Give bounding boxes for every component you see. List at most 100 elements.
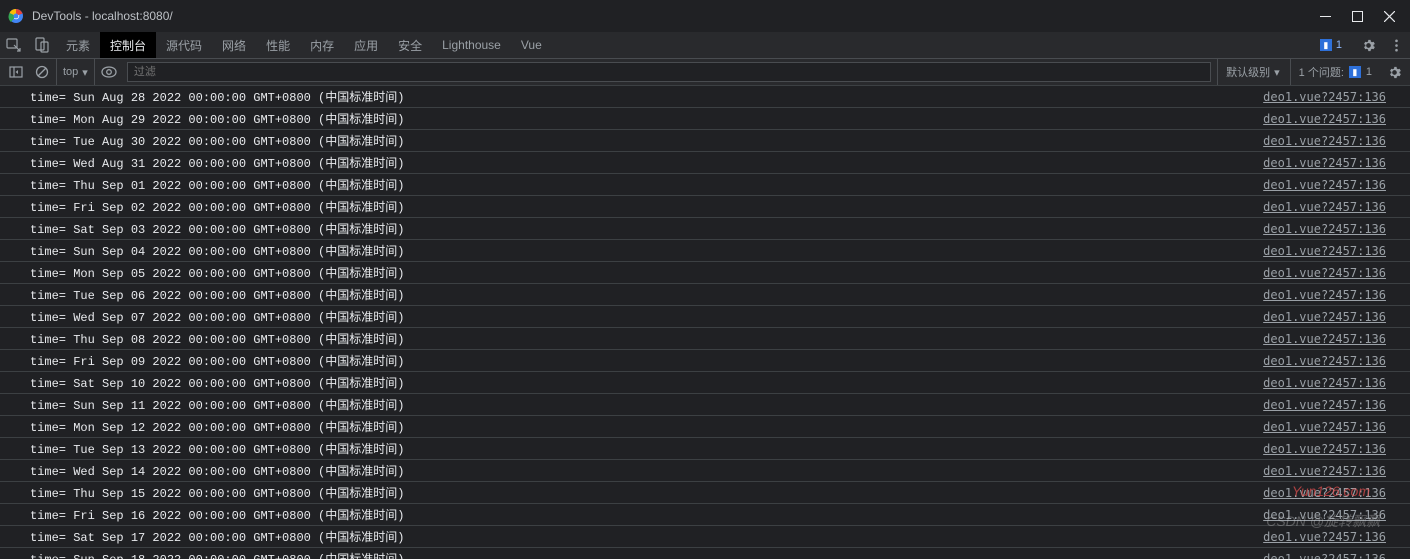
inspect-icon[interactable]	[0, 32, 28, 58]
console-settings-icon[interactable]	[1382, 60, 1406, 84]
log-source-link[interactable]: deo1.vue?2457:136	[1263, 288, 1386, 302]
live-expression-icon[interactable]	[97, 60, 121, 84]
log-source-link[interactable]: deo1.vue?2457:136	[1263, 376, 1386, 390]
issues-indicator[interactable]: 1 个问题: ▮ 1	[1290, 59, 1380, 85]
log-source-link[interactable]: deo1.vue?2457:136	[1263, 552, 1386, 559]
log-message: time= Wed Aug 31 2022 00:00:00 GMT+0800 …	[30, 154, 1263, 171]
log-row: time= Tue Aug 30 2022 00:00:00 GMT+0800 …	[0, 130, 1410, 152]
tab-Vue[interactable]: Vue	[511, 32, 552, 58]
clear-console-icon[interactable]	[30, 60, 54, 84]
log-message: time= Wed Sep 14 2022 00:00:00 GMT+0800 …	[30, 462, 1263, 479]
log-message: time= Tue Sep 06 2022 00:00:00 GMT+0800 …	[30, 286, 1263, 303]
log-message: time= Thu Sep 08 2022 00:00:00 GMT+0800 …	[30, 330, 1263, 347]
log-message: time= Fri Sep 16 2022 00:00:00 GMT+0800 …	[30, 506, 1263, 523]
issues-count: 1	[1366, 66, 1372, 78]
issue-icon: ▮	[1320, 39, 1332, 51]
log-source-link[interactable]: deo1.vue?2457:136	[1263, 266, 1386, 280]
window-titlebar: DevTools - localhost:8080/	[0, 0, 1410, 32]
log-message: time= Fri Sep 02 2022 00:00:00 GMT+0800 …	[30, 198, 1263, 215]
filter-input[interactable]	[127, 62, 1211, 82]
log-message: time= Sun Sep 11 2022 00:00:00 GMT+0800 …	[30, 396, 1263, 413]
log-message: time= Sat Sep 03 2022 00:00:00 GMT+0800 …	[30, 220, 1263, 237]
log-row: time= Fri Sep 09 2022 00:00:00 GMT+0800 …	[0, 350, 1410, 372]
issue-count: 1	[1336, 39, 1342, 51]
log-row: time= Sun Sep 04 2022 00:00:00 GMT+0800 …	[0, 240, 1410, 262]
log-message: time= Sat Sep 17 2022 00:00:00 GMT+0800 …	[30, 528, 1263, 545]
tab-安全[interactable]: 安全	[388, 32, 432, 58]
log-message: time= Mon Aug 29 2022 00:00:00 GMT+0800 …	[30, 110, 1263, 127]
log-source-link[interactable]: deo1.vue?2457:136	[1263, 156, 1386, 170]
toggle-sidebar-icon[interactable]	[4, 60, 28, 84]
log-row: time= Wed Sep 14 2022 00:00:00 GMT+0800 …	[0, 460, 1410, 482]
log-row: time= Mon Aug 29 2022 00:00:00 GMT+0800 …	[0, 108, 1410, 130]
log-message: time= Tue Aug 30 2022 00:00:00 GMT+0800 …	[30, 132, 1263, 149]
log-message: time= Sun Sep 04 2022 00:00:00 GMT+0800 …	[30, 242, 1263, 259]
log-source-link[interactable]: deo1.vue?2457:136	[1263, 112, 1386, 126]
log-message: time= Thu Sep 15 2022 00:00:00 GMT+0800 …	[30, 484, 1263, 501]
log-message: time= Thu Sep 01 2022 00:00:00 GMT+0800 …	[30, 176, 1263, 193]
log-row: time= Thu Sep 08 2022 00:00:00 GMT+0800 …	[0, 328, 1410, 350]
log-row: time= Mon Sep 05 2022 00:00:00 GMT+0800 …	[0, 262, 1410, 284]
chevron-down-icon: ▾	[82, 66, 88, 79]
settings-icon[interactable]	[1354, 32, 1382, 58]
log-source-link[interactable]: deo1.vue?2457:136	[1263, 178, 1386, 192]
context-label: top	[63, 66, 78, 78]
log-source-link[interactable]: deo1.vue?2457:136	[1263, 442, 1386, 456]
more-icon[interactable]	[1382, 32, 1410, 58]
log-source-link[interactable]: deo1.vue?2457:136	[1263, 90, 1386, 104]
log-source-link[interactable]: deo1.vue?2457:136	[1263, 134, 1386, 148]
log-level-selector[interactable]: 默认级别 ▾	[1217, 59, 1288, 85]
devtools-tabstrip: 元素控制台源代码网络性能内存应用安全LighthouseVue ▮ 1	[0, 32, 1410, 59]
log-message: time= Mon Sep 05 2022 00:00:00 GMT+0800 …	[30, 264, 1263, 281]
tab-内存[interactable]: 内存	[300, 32, 344, 58]
tab-元素[interactable]: 元素	[56, 32, 100, 58]
maximize-button[interactable]	[1350, 9, 1364, 23]
log-source-link[interactable]: deo1.vue?2457:136	[1263, 244, 1386, 258]
issues-indicator-top[interactable]: ▮ 1	[1314, 32, 1348, 58]
tab-Lighthouse[interactable]: Lighthouse	[432, 32, 511, 58]
tab-控制台[interactable]: 控制台	[100, 32, 156, 58]
tab-应用[interactable]: 应用	[344, 32, 388, 58]
log-row: time= Thu Sep 01 2022 00:00:00 GMT+0800 …	[0, 174, 1410, 196]
log-row: time= Sun Sep 11 2022 00:00:00 GMT+0800 …	[0, 394, 1410, 416]
log-message: time= Sun Sep 18 2022 00:00:00 GMT+0800 …	[30, 550, 1263, 559]
log-source-link[interactable]: deo1.vue?2457:136	[1263, 332, 1386, 346]
close-button[interactable]	[1382, 9, 1396, 23]
window-title: DevTools - localhost:8080/	[32, 9, 1318, 23]
log-source-link[interactable]: deo1.vue?2457:136	[1263, 354, 1386, 368]
device-toggle-icon[interactable]	[28, 32, 56, 58]
log-row: time= Tue Sep 13 2022 00:00:00 GMT+0800 …	[0, 438, 1410, 460]
log-source-link[interactable]: deo1.vue?2457:136	[1263, 508, 1386, 522]
chevron-down-icon: ▾	[1274, 66, 1280, 79]
log-source-link[interactable]: deo1.vue?2457:136	[1263, 486, 1386, 500]
tab-源代码[interactable]: 源代码	[156, 32, 212, 58]
issues-label: 1 个问题:	[1299, 64, 1344, 80]
log-source-link[interactable]: deo1.vue?2457:136	[1263, 398, 1386, 412]
minimize-button[interactable]	[1318, 9, 1332, 23]
context-selector[interactable]: top ▾	[56, 59, 95, 85]
log-row: time= Sat Sep 03 2022 00:00:00 GMT+0800 …	[0, 218, 1410, 240]
log-row: time= Fri Sep 16 2022 00:00:00 GMT+0800 …	[0, 504, 1410, 526]
log-row: time= Thu Sep 15 2022 00:00:00 GMT+0800 …	[0, 482, 1410, 504]
log-row: time= Wed Sep 07 2022 00:00:00 GMT+0800 …	[0, 306, 1410, 328]
log-message: time= Sun Aug 28 2022 00:00:00 GMT+0800 …	[30, 88, 1263, 105]
log-source-link[interactable]: deo1.vue?2457:136	[1263, 200, 1386, 214]
log-message: time= Mon Sep 12 2022 00:00:00 GMT+0800 …	[30, 418, 1263, 435]
log-row: time= Sun Sep 18 2022 00:00:00 GMT+0800 …	[0, 548, 1410, 559]
issue-icon: ▮	[1349, 66, 1361, 78]
log-source-link[interactable]: deo1.vue?2457:136	[1263, 310, 1386, 324]
log-message: time= Sat Sep 10 2022 00:00:00 GMT+0800 …	[30, 374, 1263, 391]
window-controls	[1318, 9, 1402, 23]
console-log-area[interactable]: time= Sun Aug 28 2022 00:00:00 GMT+0800 …	[0, 86, 1410, 559]
tab-性能[interactable]: 性能	[256, 32, 300, 58]
log-source-link[interactable]: deo1.vue?2457:136	[1263, 530, 1386, 544]
log-level-label: 默认级别	[1226, 64, 1270, 80]
log-row: time= Wed Aug 31 2022 00:00:00 GMT+0800 …	[0, 152, 1410, 174]
log-source-link[interactable]: deo1.vue?2457:136	[1263, 420, 1386, 434]
tab-网络[interactable]: 网络	[212, 32, 256, 58]
log-source-link[interactable]: deo1.vue?2457:136	[1263, 222, 1386, 236]
log-row: time= Mon Sep 12 2022 00:00:00 GMT+0800 …	[0, 416, 1410, 438]
log-message: time= Wed Sep 07 2022 00:00:00 GMT+0800 …	[30, 308, 1263, 325]
log-source-link[interactable]: deo1.vue?2457:136	[1263, 464, 1386, 478]
log-row: time= Sun Aug 28 2022 00:00:00 GMT+0800 …	[0, 86, 1410, 108]
